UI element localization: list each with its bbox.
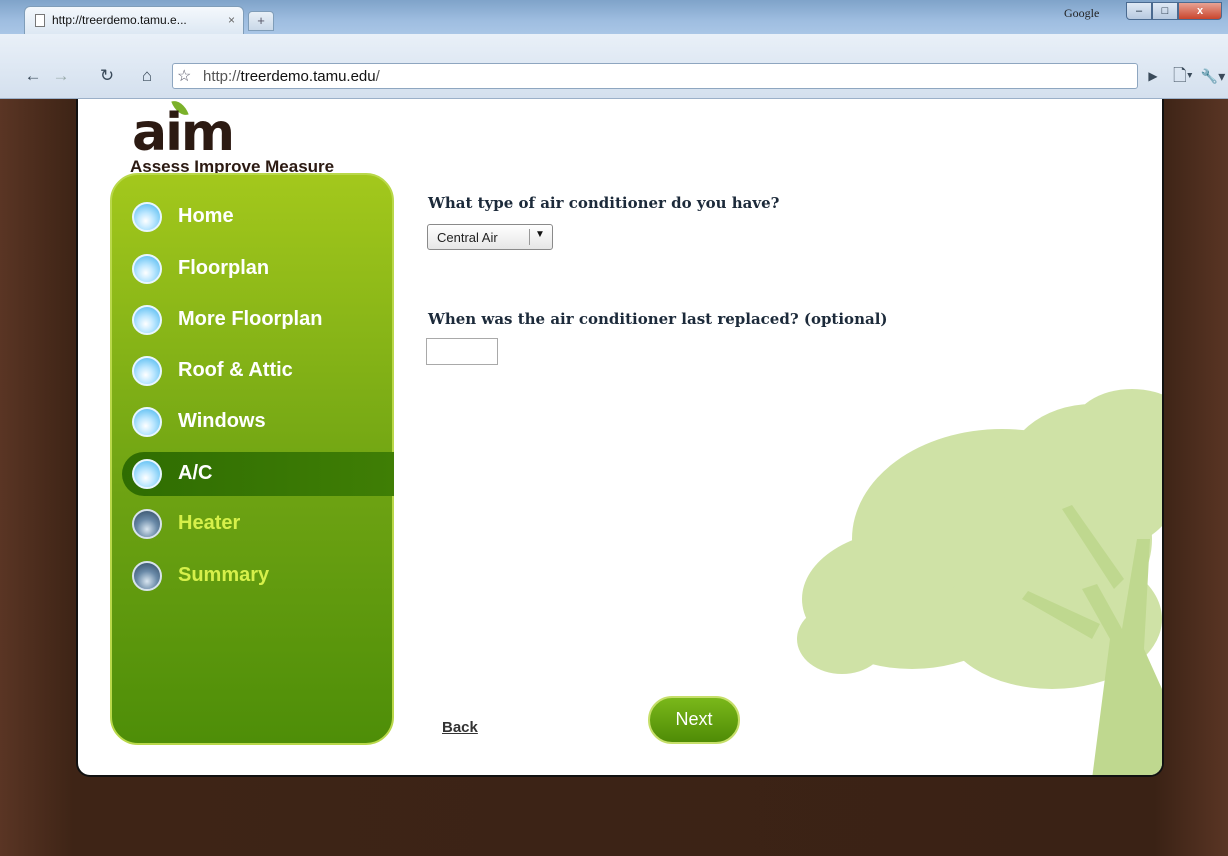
address-bar[interactable]: ☆ http://treerdemo.tamu.edu/ <box>172 63 1138 89</box>
replaced-year-input[interactable] <box>426 338 498 365</box>
sidebar-item-label: Floorplan <box>178 257 270 279</box>
forward-arrow-icon[interactable]: → <box>50 65 72 87</box>
content-panel: aim Assess Improve Measure Home Floorpla… <box>76 99 1164 777</box>
bullet-icon <box>132 509 162 539</box>
wrench-menu-icon[interactable]: 🔧▾ <box>1200 65 1226 87</box>
browser-toolbar: ← → ↻ ⌂ ☆ http://treerdemo.tamu.edu/ ▶ 🗋… <box>0 34 1228 99</box>
bullet-icon <box>132 202 162 232</box>
next-button[interactable]: Next <box>648 696 740 744</box>
bullet-icon <box>132 305 162 335</box>
back-arrow-icon[interactable]: ← <box>22 65 44 87</box>
bullet-icon <box>132 356 162 386</box>
bookmark-star-icon[interactable]: ☆ <box>177 66 191 86</box>
tree-illustration <box>797 389 1162 775</box>
sidebar-item-label: Windows <box>178 410 266 432</box>
sidebar-item-floorplan[interactable]: Floorplan <box>112 247 396 291</box>
sidebar-item-home[interactable]: Home <box>112 195 396 239</box>
reload-icon[interactable]: ↻ <box>96 65 118 87</box>
sidebar-item-label: More Floorplan <box>178 308 323 330</box>
home-icon[interactable]: ⌂ <box>136 65 158 87</box>
go-arrow-icon[interactable]: ▶ <box>1142 65 1164 87</box>
url-host: treerdemo.tamu.edu <box>240 68 376 85</box>
sidebar-item-label: Summary <box>178 564 270 586</box>
sidebar-item-label: A/C <box>178 462 213 484</box>
browser-tab[interactable]: http://treerdemo.tamu.e... × <box>24 6 244 34</box>
url-scheme: http:// <box>203 68 241 85</box>
close-button[interactable]: x <box>1178 2 1222 20</box>
sidebar-item-heater: Heater <box>112 502 396 546</box>
sidebar-item-label: Roof & Attic <box>178 359 293 381</box>
url-path: / <box>375 68 380 85</box>
sidebar-item-roof-attic[interactable]: Roof & Attic <box>112 349 396 393</box>
select-value: Central Air <box>437 230 498 245</box>
chevron-down-icon: ▼ <box>535 229 545 240</box>
page-menu-icon[interactable]: 🗋▾ <box>1168 65 1198 87</box>
question-ac-type: What type of air conditioner do you have… <box>428 194 780 212</box>
maximize-button[interactable]: □ <box>1152 2 1178 20</box>
sidebar-item-label: Heater <box>178 512 241 534</box>
sidebar-item-windows[interactable]: Windows <box>112 400 396 444</box>
bullet-icon <box>132 407 162 437</box>
new-tab-button[interactable]: + <box>248 11 274 31</box>
tab-close-icon[interactable]: × <box>228 13 235 27</box>
sidebar-item-more-floorplan[interactable]: More Floorplan <box>112 298 396 342</box>
bullet-icon <box>132 254 162 284</box>
sidebar-item-label: Home <box>178 205 234 227</box>
ac-type-select[interactable]: Central Air ▼ <box>427 224 553 250</box>
tab-title: http://treerdemo.tamu.e... <box>52 13 187 27</box>
back-link[interactable]: Back <box>442 719 478 736</box>
page-background: aim Assess Improve Measure Home Floorpla… <box>0 99 1228 856</box>
minimize-button[interactable]: – <box>1126 2 1152 20</box>
question-ac-replaced: When was the air conditioner last replac… <box>428 310 888 328</box>
logo: aim <box>132 103 235 163</box>
sidebar-item-summary: Summary <box>112 554 396 598</box>
window-label: Google <box>1064 6 1100 20</box>
bullet-icon <box>132 459 162 489</box>
page-icon <box>35 14 45 27</box>
title-bar: http://treerdemo.tamu.e... × + Google – … <box>0 0 1228 34</box>
sidebar-item-ac[interactable]: A/C <box>122 452 394 496</box>
sidebar: Home Floorplan More Floorplan Roof & Att… <box>110 173 394 745</box>
bullet-icon <box>132 561 162 591</box>
